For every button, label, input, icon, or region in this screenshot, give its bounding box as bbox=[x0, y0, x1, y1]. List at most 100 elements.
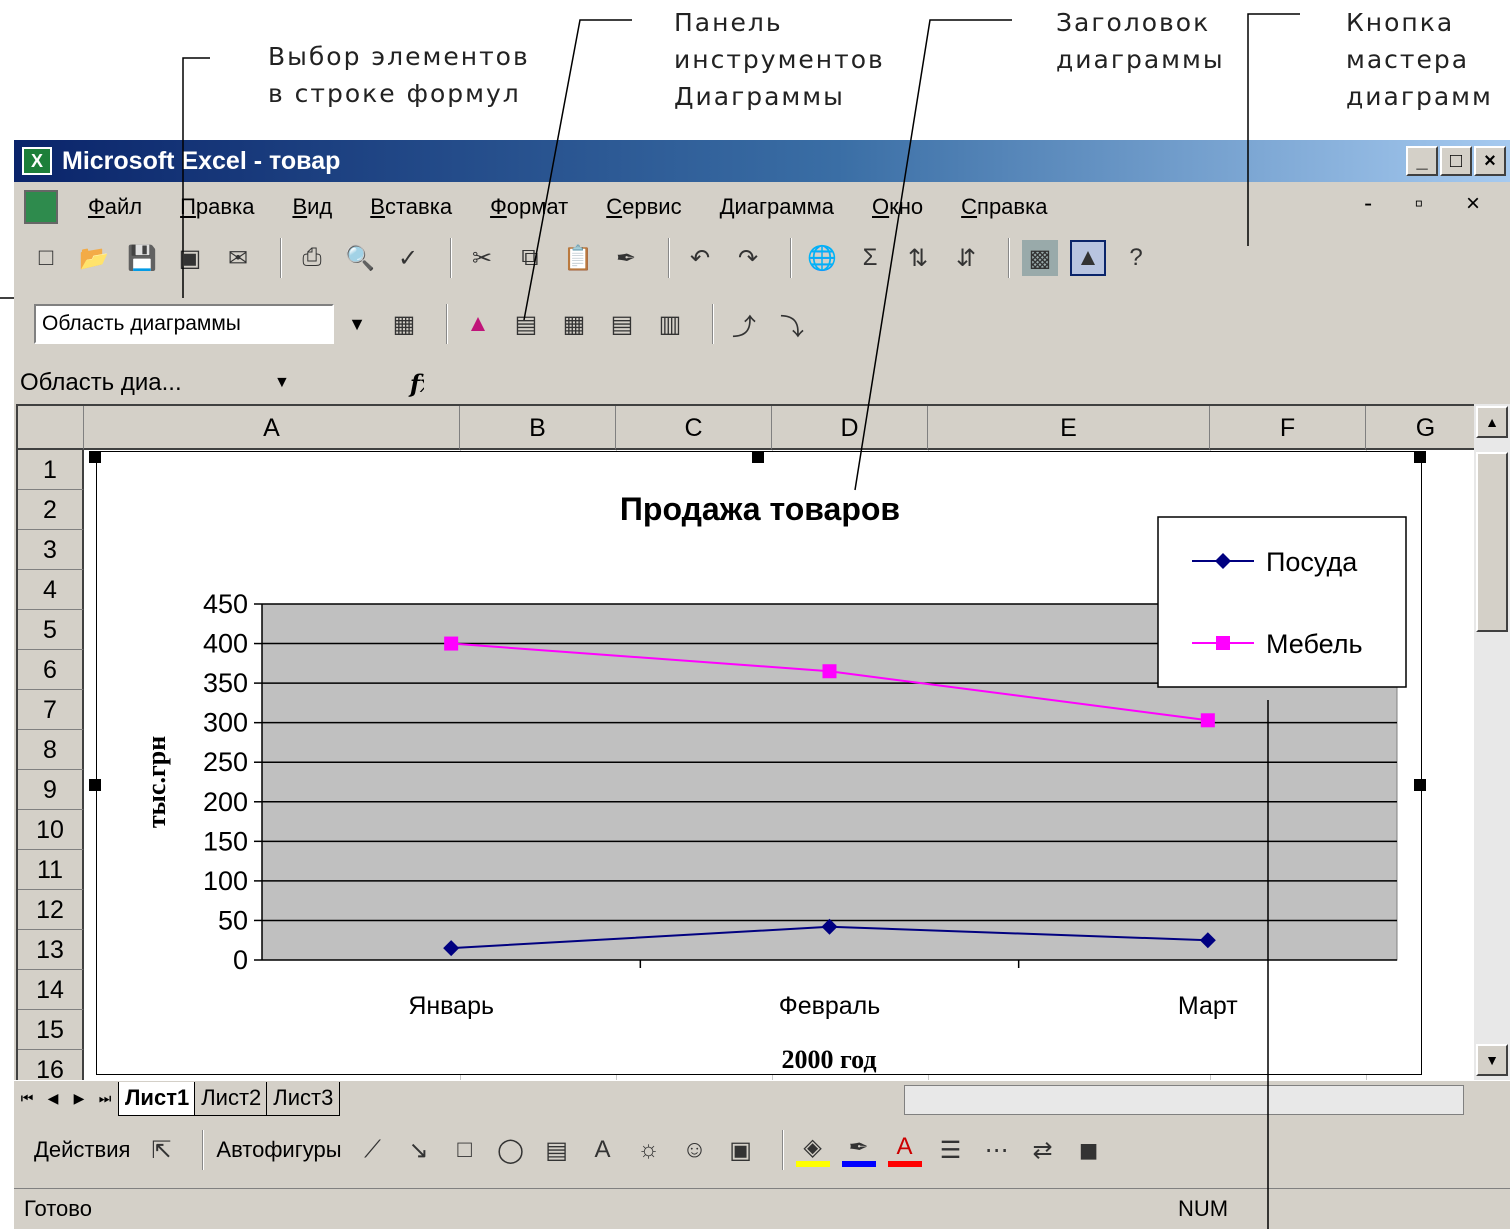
fill-color-icon[interactable]: ◈ bbox=[795, 1133, 830, 1167]
row-header[interactable]: 16 bbox=[18, 1050, 84, 1080]
row-header[interactable]: 1 bbox=[18, 450, 84, 490]
menu-insert[interactable]: Вставка bbox=[370, 194, 452, 220]
menu-tools[interactable]: Сервис bbox=[606, 194, 681, 220]
minimize-button[interactable]: _ bbox=[1406, 146, 1438, 176]
menu-view[interactable]: Вид bbox=[292, 194, 332, 220]
row-header[interactable]: 12 bbox=[18, 890, 84, 930]
select-all-corner[interactable] bbox=[18, 406, 84, 450]
row-header[interactable]: 4 bbox=[18, 570, 84, 610]
sort-ascending-icon[interactable]: ⇅ bbox=[900, 240, 936, 276]
row-header[interactable]: 7 bbox=[18, 690, 84, 730]
column-header[interactable]: D bbox=[772, 406, 928, 450]
chart-objects-select[interactable]: Область диаграммы ▼ bbox=[34, 304, 366, 344]
3d-style-icon[interactable]: ◼ bbox=[1072, 1133, 1106, 1167]
menu-edit[interactable]: Правка bbox=[180, 194, 254, 220]
sheet-tab-1[interactable]: Лист1 bbox=[118, 1081, 197, 1116]
cut-icon[interactable]: ✂ bbox=[464, 240, 500, 276]
angle-text-down-icon[interactable]: ⤴ bbox=[726, 306, 762, 342]
selection-handle[interactable] bbox=[752, 451, 764, 463]
row-header[interactable]: 14 bbox=[18, 970, 84, 1010]
rectangle-icon[interactable]: □ bbox=[448, 1133, 482, 1167]
sort-descending-icon[interactable]: ⇵ bbox=[948, 240, 984, 276]
new-icon[interactable]: □ bbox=[28, 240, 64, 276]
workbook-icon[interactable] bbox=[24, 190, 58, 224]
horizontal-scrollbar[interactable] bbox=[904, 1085, 1464, 1115]
help-icon[interactable]: ? bbox=[1118, 240, 1154, 276]
doc-window-controls[interactable]: - ▫ × bbox=[1364, 190, 1498, 218]
column-header[interactable]: A bbox=[84, 406, 460, 450]
menu-format[interactable]: Формат bbox=[490, 194, 568, 220]
format-chart-area-icon[interactable]: ▦ bbox=[386, 306, 422, 342]
picture-icon[interactable]: ▣ bbox=[724, 1133, 758, 1167]
row-header[interactable]: 15 bbox=[18, 1010, 84, 1050]
arrow-style-icon[interactable]: ⇄ bbox=[1026, 1133, 1060, 1167]
data-table-icon[interactable]: ▦ bbox=[556, 306, 592, 342]
row-header[interactable]: 5 bbox=[18, 610, 84, 650]
drawing-toggle-icon[interactable]: ▲ bbox=[1070, 240, 1106, 276]
oval-icon[interactable]: ◯ bbox=[494, 1133, 528, 1167]
name-box[interactable]: Область диа... bbox=[14, 369, 274, 397]
chart-area[interactable]: 0 50 100 150 200 250 300 350 400 450 Январь Февраль… bbox=[96, 451, 1422, 1075]
scroll-thumb[interactable] bbox=[1476, 452, 1508, 632]
chart-type-icon[interactable]: ▲ bbox=[460, 306, 496, 342]
legend-icon[interactable]: ▤ bbox=[508, 306, 544, 342]
dash-style-icon[interactable]: ⋯ bbox=[980, 1133, 1014, 1167]
open-icon[interactable]: 📂 bbox=[76, 240, 112, 276]
name-box-dropdown-icon[interactable]: ▼ bbox=[274, 374, 290, 392]
line-color-icon[interactable]: ✒ bbox=[841, 1133, 876, 1167]
next-sheet-icon[interactable]: ▶ bbox=[66, 1090, 92, 1107]
hyperlink-icon[interactable]: 🌐 bbox=[804, 240, 840, 276]
column-header[interactable]: F bbox=[1210, 406, 1366, 450]
wordart-icon[interactable]: A bbox=[586, 1133, 620, 1167]
formula-input[interactable] bbox=[424, 366, 1504, 400]
actions-menu[interactable]: Действия bbox=[34, 1137, 130, 1163]
paste-icon[interactable]: 📋 bbox=[560, 240, 596, 276]
row-header[interactable]: 13 bbox=[18, 930, 84, 970]
menu-chart[interactable]: Диаграмма bbox=[720, 194, 834, 220]
print-preview-icon[interactable]: 🔍 bbox=[342, 240, 378, 276]
autoshapes-menu[interactable]: Автофигуры bbox=[216, 1137, 341, 1163]
format-painter-icon[interactable]: ✒ bbox=[608, 240, 644, 276]
spelling-icon[interactable]: ✓ bbox=[390, 240, 426, 276]
vertical-scrollbar[interactable]: ▲ ▼ bbox=[1474, 404, 1510, 1082]
clipart-icon[interactable]: ☺ bbox=[678, 1133, 712, 1167]
column-header[interactable]: E bbox=[928, 406, 1210, 450]
arrow-icon[interactable]: ↘ bbox=[402, 1133, 436, 1167]
chart-wizard-icon[interactable]: ▩ bbox=[1022, 240, 1058, 276]
row-header[interactable]: 10 bbox=[18, 810, 84, 850]
row-header[interactable]: 3 bbox=[18, 530, 84, 570]
row-header[interactable]: 2 bbox=[18, 490, 84, 530]
close-button[interactable]: × bbox=[1474, 146, 1506, 176]
scroll-up-icon[interactable]: ▲ bbox=[1476, 406, 1508, 438]
autosum-icon[interactable]: Σ bbox=[852, 240, 888, 276]
menu-window[interactable]: Окно bbox=[872, 194, 923, 220]
copy-icon[interactable]: ⧉ bbox=[512, 240, 548, 276]
undo-icon[interactable]: ↶ bbox=[682, 240, 718, 276]
chevron-down-icon[interactable]: ▼ bbox=[342, 306, 372, 342]
row-header[interactable]: 9 bbox=[18, 770, 84, 810]
permission-icon[interactable]: ▣ bbox=[172, 240, 208, 276]
selection-handle[interactable] bbox=[89, 779, 101, 791]
line-icon[interactable]: ⟋ bbox=[356, 1133, 390, 1167]
selection-handle[interactable] bbox=[1414, 779, 1426, 791]
sheet-tab-2[interactable]: Лист2 bbox=[194, 1081, 269, 1116]
font-color-icon[interactable]: A bbox=[887, 1133, 922, 1167]
column-header[interactable]: G bbox=[1366, 406, 1474, 450]
by-row-icon[interactable]: ▤ bbox=[604, 306, 640, 342]
print-icon[interactable]: ⎙ bbox=[294, 240, 330, 276]
sheet-tab-3[interactable]: Лист3 bbox=[266, 1081, 341, 1116]
menu-file[interactable]: Файл bbox=[88, 194, 142, 220]
redo-icon[interactable]: ↷ bbox=[730, 240, 766, 276]
diagram-icon[interactable]: ☼ bbox=[632, 1133, 666, 1167]
selection-handle[interactable] bbox=[89, 451, 101, 463]
menu-help[interactable]: Справка bbox=[961, 194, 1047, 220]
first-sheet-icon[interactable]: ⏮ bbox=[14, 1090, 40, 1107]
textbox-icon[interactable]: ▤ bbox=[540, 1133, 574, 1167]
row-header[interactable]: 8 bbox=[18, 730, 84, 770]
maximize-button[interactable]: □ bbox=[1440, 146, 1472, 176]
column-header[interactable]: C bbox=[616, 406, 772, 450]
angle-text-up-icon[interactable]: ⤵ bbox=[774, 306, 810, 342]
row-header[interactable]: 11 bbox=[18, 850, 84, 890]
email-icon[interactable]: ✉ bbox=[220, 240, 256, 276]
prev-sheet-icon[interactable]: ◀ bbox=[40, 1090, 66, 1107]
